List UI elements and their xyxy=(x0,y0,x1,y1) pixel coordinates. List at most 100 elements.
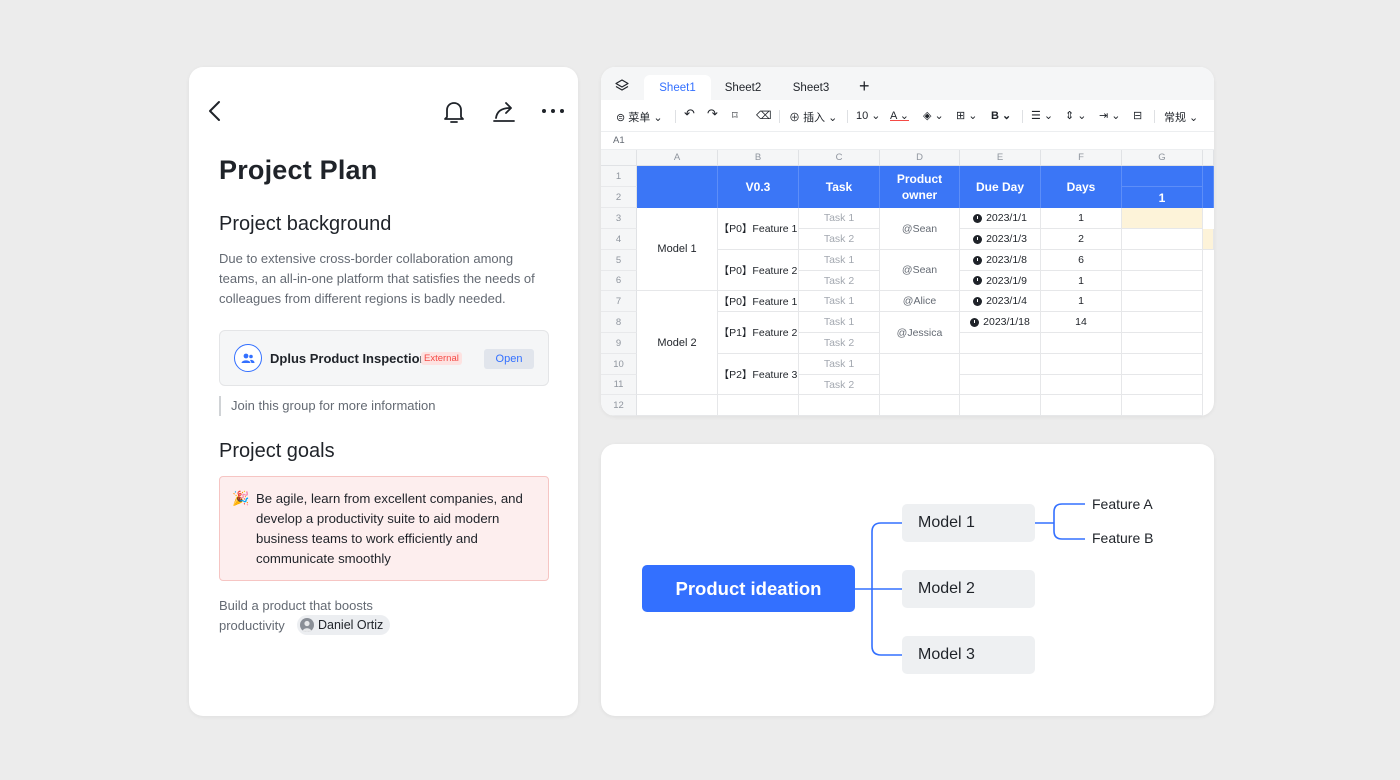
task-cell[interactable]: Task 1 xyxy=(799,250,880,271)
task-cell[interactable]: Task 1 xyxy=(799,291,880,312)
row-header-2[interactable]: 2 xyxy=(601,187,637,208)
text-wrap-icon[interactable]: ⇥ ⌄ xyxy=(1099,109,1121,122)
due-date-cell[interactable]: 2023/1/8 xyxy=(960,250,1041,271)
header-cell-due-day[interactable]: Due Day xyxy=(960,166,1041,208)
mindmap-model-node[interactable]: Model 2 xyxy=(902,570,1035,608)
bold-icon[interactable]: B ⌄ xyxy=(991,109,1011,122)
row-header-1[interactable]: 1 xyxy=(601,166,637,187)
task-cell[interactable]: Task 2 xyxy=(799,375,880,395)
model-cell[interactable]: Model 1 xyxy=(637,208,718,291)
empty-cell[interactable] xyxy=(1122,312,1203,333)
group-card[interactable]: Dplus Product Inspection External Open xyxy=(219,330,549,386)
due-date-cell[interactable]: 2023/1/1 xyxy=(960,208,1041,229)
format-painter-icon[interactable]: ⌑ xyxy=(732,109,738,122)
header-cell-version[interactable]: V0.3 xyxy=(718,166,799,208)
column-header-h[interactable] xyxy=(1203,150,1214,166)
cell-reference-bar[interactable]: A1 xyxy=(601,132,1214,150)
row-header-9[interactable]: 9 xyxy=(601,333,637,354)
empty-cell[interactable] xyxy=(1122,395,1203,416)
align-icon[interactable]: ☰ ⌄ xyxy=(1031,109,1053,122)
column-header-d[interactable]: D xyxy=(880,150,960,166)
user-mention[interactable]: Daniel Ortiz xyxy=(297,615,391,635)
row-header-5[interactable]: 5 xyxy=(601,250,637,271)
mindmap-model-node[interactable]: Model 1 xyxy=(902,504,1035,542)
owner-cell[interactable]: @Sean xyxy=(880,208,960,250)
owner-cell[interactable]: @Alice xyxy=(880,291,960,312)
insert-button[interactable]: ⊕ 插入 ⌄ xyxy=(789,109,837,125)
row-header-7[interactable]: 7 xyxy=(601,291,637,312)
row-header-4[interactable]: 4 xyxy=(601,229,637,250)
number-format-select[interactable]: 常规 ⌄ xyxy=(1164,109,1198,125)
feature-cell[interactable]: 【P2】Feature 3 xyxy=(718,354,799,395)
empty-cell[interactable] xyxy=(880,354,960,395)
tab-sheet3[interactable]: Sheet3 xyxy=(781,75,841,100)
row-header-3[interactable]: 3 xyxy=(601,208,637,229)
feature-cell[interactable]: 【P0】Feature 1 xyxy=(718,208,799,250)
empty-cell[interactable] xyxy=(1122,375,1203,395)
days-cell[interactable]: 1 xyxy=(1041,271,1122,291)
highlighted-cell[interactable] xyxy=(1122,208,1203,229)
owner-cell[interactable]: @Jessica xyxy=(880,312,960,354)
font-size-select[interactable]: 10 ⌄ xyxy=(856,109,881,122)
empty-cell[interactable] xyxy=(960,354,1041,375)
task-cell[interactable]: Task 2 xyxy=(799,229,880,250)
owner-cell[interactable]: @Sean xyxy=(880,250,960,291)
header-cell-task[interactable]: Task xyxy=(799,166,880,208)
row-header-6[interactable]: 6 xyxy=(601,271,637,291)
days-cell[interactable]: 14 xyxy=(1041,312,1122,333)
due-date-cell[interactable]: 2023/1/9 xyxy=(960,271,1041,291)
add-sheet-button[interactable]: + xyxy=(859,76,870,97)
clear-format-icon[interactable]: ⌫ xyxy=(756,109,772,122)
row-header-8[interactable]: 8 xyxy=(601,312,637,333)
empty-cell[interactable] xyxy=(1122,291,1203,312)
back-arrow-icon[interactable] xyxy=(207,100,223,122)
days-cell[interactable]: 6 xyxy=(1041,250,1122,271)
empty-cell[interactable] xyxy=(1122,229,1203,250)
merge-cells-icon[interactable]: ⊟ xyxy=(1133,109,1142,122)
mindmap-model-node[interactable]: Model 3 xyxy=(902,636,1035,674)
due-date-cell[interactable]: 2023/1/4 xyxy=(960,291,1041,312)
column-header-e[interactable]: E xyxy=(960,150,1041,166)
more-options-icon[interactable] xyxy=(540,102,566,120)
due-date-cell[interactable]: 2023/1/18 xyxy=(960,312,1041,333)
feature-cell[interactable]: 【P1】Feature 2 xyxy=(718,312,799,354)
tab-sheet1[interactable]: Sheet1 xyxy=(644,75,711,100)
days-cell[interactable]: 2 xyxy=(1041,229,1122,250)
feature-cell[interactable]: 【P0】Feature 1 xyxy=(718,291,799,312)
column-header-a[interactable]: A xyxy=(637,150,718,166)
layers-icon[interactable] xyxy=(615,79,629,93)
column-header-b[interactable]: B xyxy=(718,150,799,166)
bell-icon[interactable] xyxy=(442,99,466,125)
empty-cell[interactable] xyxy=(1041,333,1122,354)
mindmap-feature-node[interactable]: Feature A xyxy=(1092,496,1153,512)
empty-cell[interactable] xyxy=(1122,333,1203,354)
borders-icon[interactable]: ⊞ ⌄ xyxy=(956,109,978,122)
highlighted-cell[interactable] xyxy=(1203,229,1214,250)
empty-cell[interactable] xyxy=(1041,375,1122,395)
empty-cell[interactable] xyxy=(960,333,1041,354)
feature-cell[interactable]: 【P0】Feature 2 xyxy=(718,250,799,291)
empty-cell[interactable] xyxy=(718,395,799,416)
font-color-icon[interactable]: A ⌄ xyxy=(890,109,909,122)
task-cell[interactable]: Task 2 xyxy=(799,271,880,291)
row-header-10[interactable]: 10 xyxy=(601,354,637,375)
mindmap-root-node[interactable]: Product ideation xyxy=(642,565,855,612)
menu-button[interactable]: ⊜ 菜单 ⌄ xyxy=(616,109,663,125)
task-cell[interactable]: Task 1 xyxy=(799,208,880,229)
undo-icon[interactable]: ↶ xyxy=(684,106,695,122)
header-cell-days[interactable]: Days xyxy=(1041,166,1122,208)
mindmap-feature-node[interactable]: Feature B xyxy=(1092,530,1153,546)
empty-cell[interactable] xyxy=(880,395,960,416)
model-cell[interactable]: Model 2 xyxy=(637,291,718,395)
column-header-g[interactable]: G xyxy=(1122,150,1203,166)
row-header-12[interactable]: 12 xyxy=(601,395,637,416)
header-cell-h[interactable] xyxy=(1203,166,1214,208)
days-cell[interactable]: 1 xyxy=(1041,208,1122,229)
empty-cell[interactable] xyxy=(1041,354,1122,375)
empty-cell[interactable] xyxy=(1122,354,1203,375)
empty-cell[interactable] xyxy=(637,395,718,416)
empty-cell[interactable] xyxy=(960,375,1041,395)
task-cell[interactable]: Task 1 xyxy=(799,354,880,375)
tab-sheet2[interactable]: Sheet2 xyxy=(713,75,773,100)
empty-cell[interactable] xyxy=(1041,395,1122,416)
